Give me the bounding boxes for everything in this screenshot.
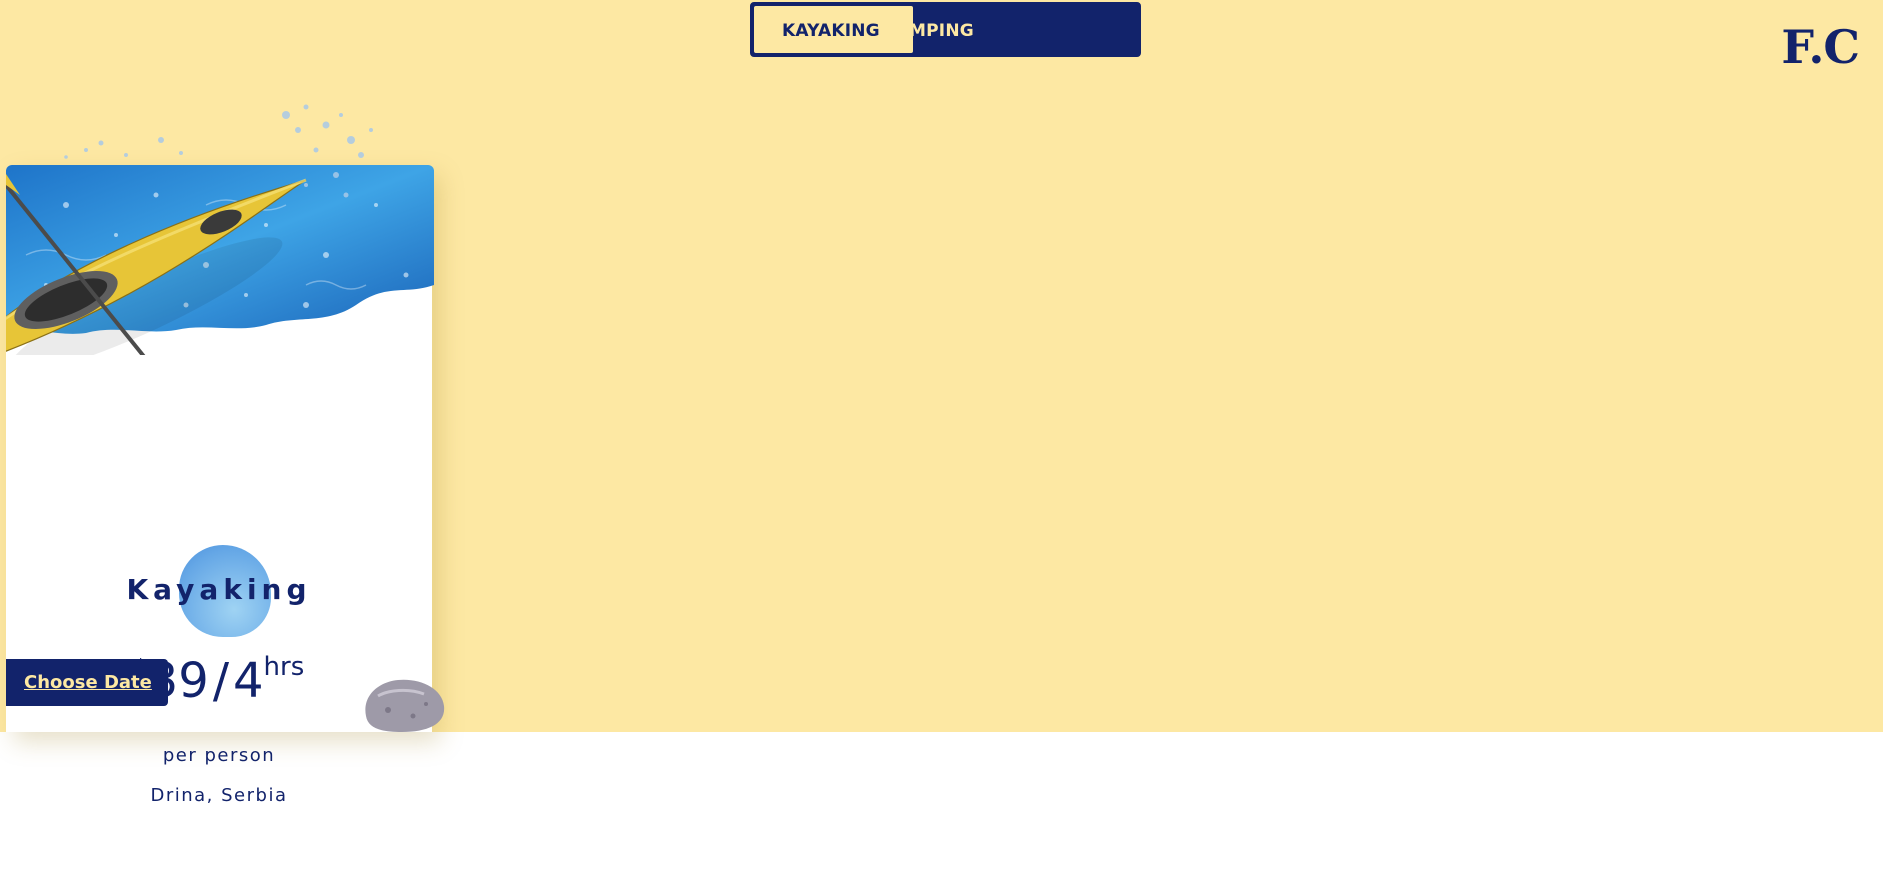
tab-kayaking[interactable]: KAYAKING (782, 21, 880, 41)
choose-date-button[interactable]: Choose Date (6, 659, 168, 706)
location-label: Drina, Serbia (150, 785, 288, 806)
card-title: Kayaking (126, 573, 312, 606)
rock-image (365, 679, 445, 732)
site-logo[interactable]: F.C (1781, 20, 1860, 74)
per-person-label: per person (162, 745, 276, 766)
hero-section: KAYAKING CAMPING F.C Kayaking 39/4hrs pe… (0, 0, 1883, 806)
tab-camping[interactable]: CAMPING (883, 21, 974, 41)
kayak-image (6, 104, 373, 355)
price-separator: / (212, 653, 229, 709)
price-duration: 4 (232, 653, 264, 709)
activity-tab-switch[interactable]: KAYAKING CAMPING (750, 2, 1141, 57)
price-unit: hrs (263, 652, 305, 682)
